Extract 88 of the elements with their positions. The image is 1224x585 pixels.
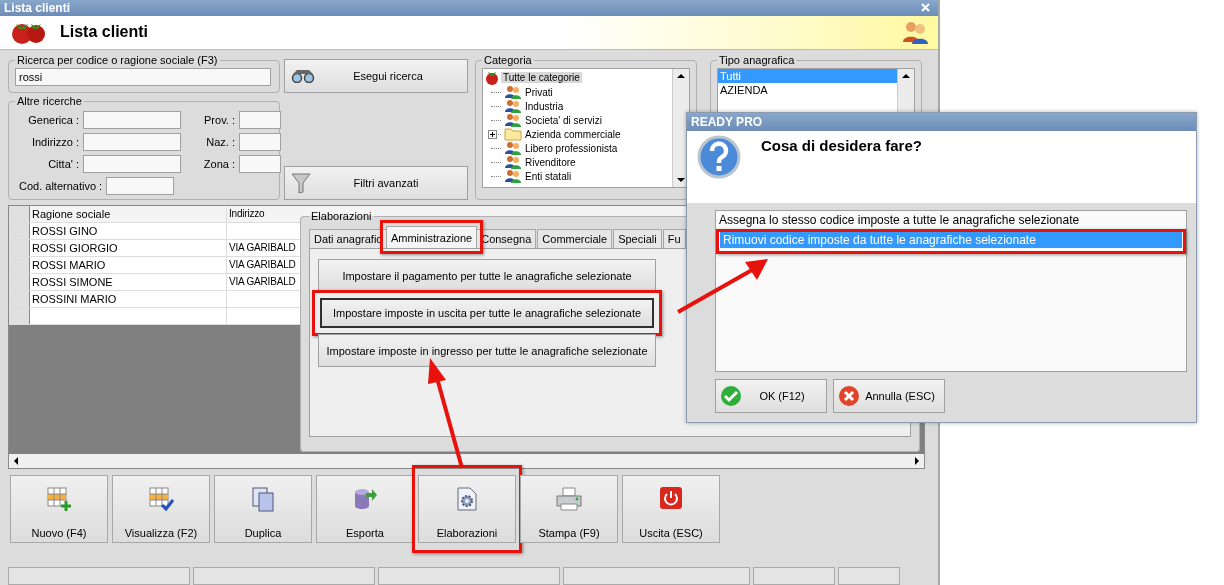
toolbar-button[interactable]: Uscita (ESC) xyxy=(622,475,720,543)
table-check-icon xyxy=(148,486,174,512)
window-title: Lista clienti xyxy=(4,0,72,15)
toolbar-button[interactable]: Esporta xyxy=(316,475,414,543)
advanced-filter-button[interactable]: Filtri avanzati xyxy=(284,166,468,200)
list-item[interactable]: Assegna lo stesso codice imposte a tutte le anagrafiche selezionate xyxy=(716,212,1186,228)
cancel-icon xyxy=(838,385,860,407)
row-header-cell[interactable] xyxy=(9,308,30,324)
close-icon[interactable] xyxy=(921,3,930,13)
toolbar-button[interactable]: Duplica xyxy=(214,475,312,543)
scrollbar[interactable] xyxy=(9,454,924,468)
users-icon xyxy=(504,113,522,127)
question-icon xyxy=(697,135,741,179)
users-icon xyxy=(504,155,522,169)
printer-icon xyxy=(555,486,583,512)
table-cell: ROSSI GINO xyxy=(30,223,227,239)
group-legend: Tipo anagrafica xyxy=(717,54,797,66)
action-button[interactable]: Impostare imposte in uscita per tutte le anagrafiche selezionate xyxy=(320,298,654,328)
users-icon xyxy=(504,169,522,183)
tree-item[interactable]: Industria xyxy=(525,100,564,112)
database-export-icon xyxy=(352,486,378,512)
dialog-question: Cosa di desidera fare? xyxy=(761,136,922,154)
tree-item[interactable]: Tutte le categorie xyxy=(501,72,582,83)
tree-item[interactable]: Azienda commerciale xyxy=(525,128,621,140)
power-icon xyxy=(659,486,683,510)
folder-icon xyxy=(504,127,522,141)
tree-item[interactable]: Rivenditore xyxy=(525,156,576,168)
table-cell: ROSSINI MARIO xyxy=(30,291,227,307)
binoculars-icon xyxy=(291,69,315,83)
tree-item[interactable]: Privati xyxy=(525,86,553,98)
table-cell-text: VIA GARIBALD xyxy=(228,241,295,255)
page-title: Lista clienti xyxy=(60,23,149,42)
dialog-button[interactable]: OK (F12) xyxy=(715,379,827,413)
tree-item[interactable]: Libero professionista xyxy=(525,142,618,154)
funnel-icon xyxy=(291,172,311,194)
table-cell: ROSSI SIMONE xyxy=(30,274,227,290)
field-label: Generica : xyxy=(27,114,79,126)
dialog-button[interactable]: Annulla (ESC) xyxy=(833,379,945,413)
field-label: Zona : xyxy=(202,158,235,170)
group-legend: Ricerca per codice o ragione sociale (F3) xyxy=(15,54,220,66)
input-field[interactable] xyxy=(83,111,181,129)
input-field[interactable] xyxy=(239,111,281,129)
field-label: Cod. alternativo : xyxy=(19,180,103,192)
list-item[interactable]: AZIENDA xyxy=(718,83,897,97)
users-icon xyxy=(504,99,522,113)
dialog-title: READY PRO xyxy=(691,115,763,129)
tab[interactable]: Dati anagrafic xyxy=(309,229,387,248)
tab[interactable]: Amministrazione xyxy=(385,226,478,248)
toolbar-button[interactable]: Stampa (F9) xyxy=(520,475,618,543)
tab[interactable]: Speciali xyxy=(613,229,662,248)
input-field[interactable] xyxy=(239,155,281,173)
field-label: Indirizzo : xyxy=(30,136,79,148)
table-cell-text: VIA GARIBALD xyxy=(228,258,295,272)
group-legend: Elaborazioni xyxy=(309,210,374,222)
table-cell-text: VIA GARIBALD xyxy=(228,275,295,289)
users-icon xyxy=(504,85,522,99)
document-gear-icon xyxy=(454,486,480,512)
check-icon xyxy=(720,385,742,407)
group-legend: Altre ricerche xyxy=(15,95,84,107)
action-button[interactable]: Impostare imposte in ingresso per tutte le anagrafiche selezionate xyxy=(318,334,656,367)
column-header[interactable]: Indirizzo xyxy=(227,206,295,222)
input-field[interactable] xyxy=(106,177,175,195)
field-label: Naz. : xyxy=(205,136,235,148)
table-cell: ROSSI MARIO xyxy=(30,257,227,273)
search-field[interactable]: rossi xyxy=(15,68,271,86)
field-label: Citta' : xyxy=(47,158,79,170)
table-add-icon xyxy=(46,486,72,512)
toolbar-button[interactable]: Visualizza (F2) xyxy=(112,475,210,543)
group-legend: Categoria xyxy=(482,54,534,66)
search-button[interactable]: Esegui ricerca xyxy=(284,59,468,93)
expand-icon[interactable] xyxy=(488,129,497,139)
input-field[interactable] xyxy=(83,133,181,151)
strawberry-icon xyxy=(485,70,499,85)
tree-item[interactable]: Enti statali xyxy=(525,170,572,182)
action-button[interactable]: Impostare il pagamento per tutte le anagrafiche selezionate xyxy=(318,259,656,292)
toolbar-button[interactable]: Elaborazioni xyxy=(418,475,516,543)
tree-item[interactable]: Societa' di servizi xyxy=(525,114,602,126)
users-icon xyxy=(504,141,522,155)
tab[interactable]: Fu xyxy=(662,229,686,248)
documents-icon xyxy=(250,486,276,512)
column-header[interactable]: Ragione sociale xyxy=(30,206,227,222)
toolbar-button[interactable]: Nuovo (F4) xyxy=(10,475,108,543)
input-field[interactable] xyxy=(239,133,281,151)
field-label: Prov. : xyxy=(203,114,235,126)
input-field[interactable] xyxy=(83,155,181,173)
users-icon xyxy=(902,20,928,45)
table-cell: ROSSI GIORGIO xyxy=(30,240,227,256)
tab[interactable]: Commerciale xyxy=(537,229,613,248)
